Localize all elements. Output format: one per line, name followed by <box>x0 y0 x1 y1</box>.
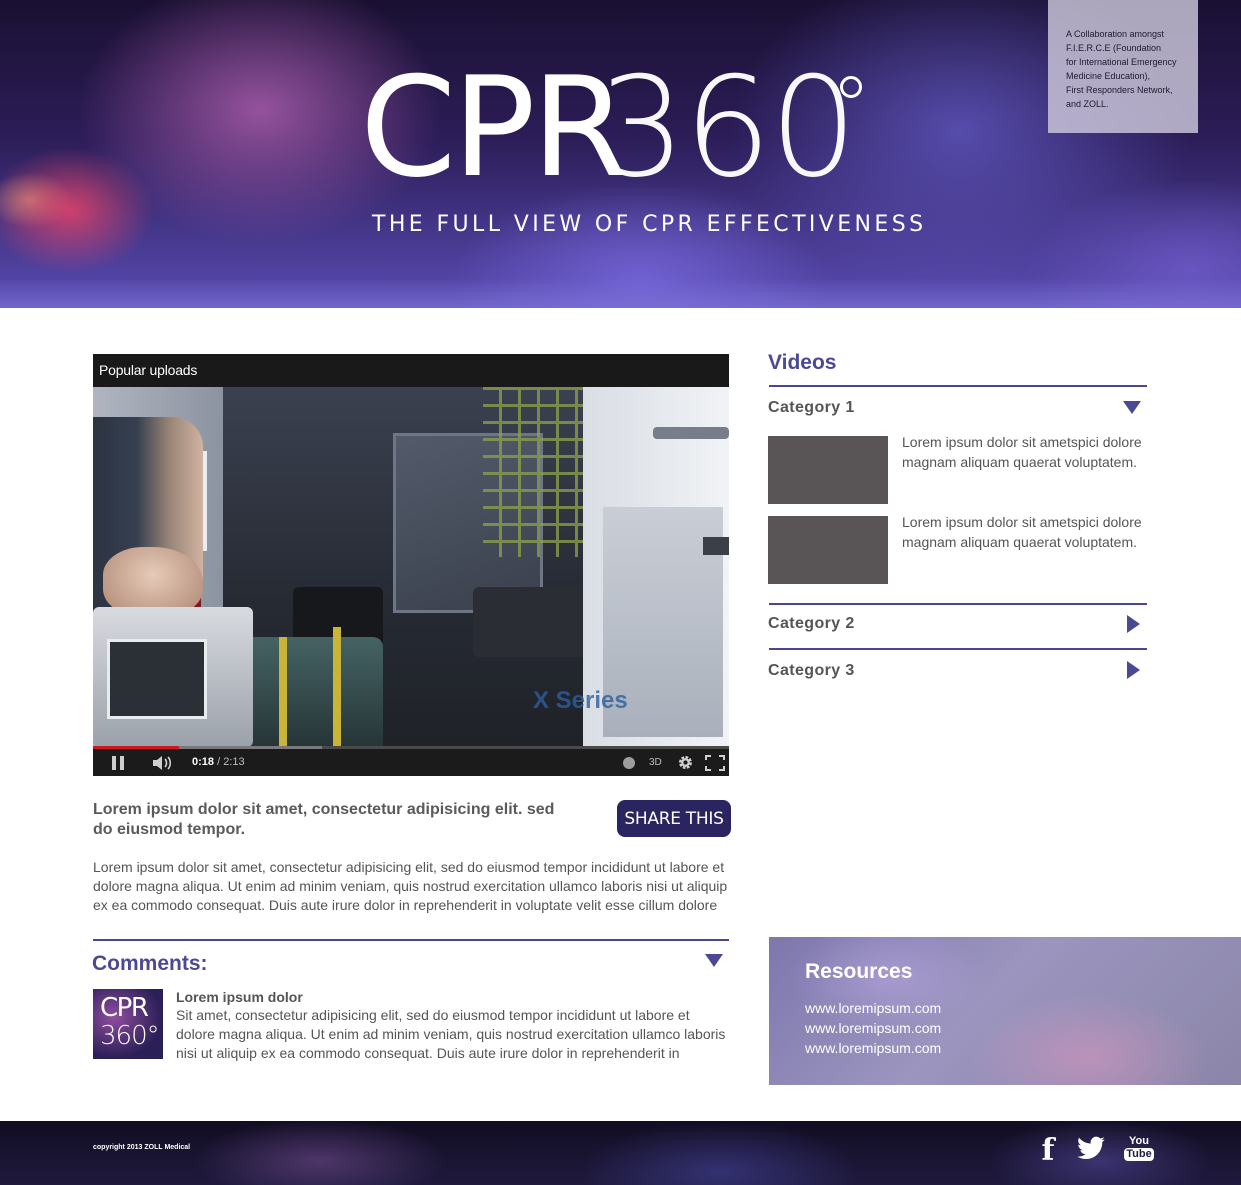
collab-line: First Responders Network, <box>1066 85 1173 95</box>
comments-divider <box>93 939 729 941</box>
gear-icon[interactable] <box>677 754 694 771</box>
annotations-icon[interactable] <box>623 757 635 769</box>
category-2-label[interactable]: Category 2 <box>768 615 855 633</box>
copyright: copyright 2013 ZOLL Medical <box>93 1144 191 1151</box>
tagline: THE FULL VIEW OF CPR EFFECTIVENESS <box>372 212 927 237</box>
avatar-text: CPR <box>100 993 149 1023</box>
3d-button[interactable]: 3D <box>649 757 662 768</box>
avatar-text: 360° <box>100 1021 160 1051</box>
video-description[interactable]: Lorem ipsum dolor sit ametspici dolore m… <box>902 512 1152 552</box>
collaboration-box: A Collaboration amongst F.I.E.R.C.E (Fou… <box>1048 0 1198 133</box>
frame-stretcher-rail <box>279 637 287 747</box>
expand-arrow-icon[interactable] <box>1127 661 1140 679</box>
collab-line: F.I.E.R.C.E (Foundation <box>1066 43 1162 53</box>
twitter-icon[interactable] <box>1076 1136 1106 1166</box>
resource-link[interactable]: www.loremipsum.com <box>805 1020 941 1036</box>
site-logo[interactable]: CPR 360 <box>360 58 880 198</box>
resource-link[interactable]: www.loremipsum.com <box>805 1040 941 1056</box>
comments-toggle-icon[interactable] <box>705 954 723 967</box>
volume-icon[interactable] <box>151 754 175 772</box>
footer: copyright 2013 ZOLL Medical f You Tube <box>0 1121 1241 1185</box>
video-watermark: X Series <box>533 687 628 714</box>
resource-link[interactable]: www.loremipsum.com <box>805 1000 941 1016</box>
hero-shade <box>0 278 1241 308</box>
comment-author: Lorem ipsum dolor <box>176 989 303 1005</box>
youtube-icon[interactable]: You Tube <box>1124 1136 1154 1166</box>
youtube-tube: Tube <box>1124 1148 1154 1161</box>
player-title[interactable]: Popular uploads <box>93 354 729 387</box>
resources-title: Resources <box>805 960 913 983</box>
video-thumbnail[interactable] <box>768 516 888 584</box>
degree-symbol <box>840 76 862 98</box>
collab-line: A Collaboration amongst <box>1066 29 1165 39</box>
logo-cpr-text: CPR <box>360 47 627 208</box>
comments-title: Comments: <box>92 952 208 975</box>
video-frame[interactable]: X Series <box>93 387 729 747</box>
frame-door-latch <box>703 537 729 555</box>
share-button[interactable]: SHARE THIS <box>617 800 731 837</box>
frame-door-handle <box>653 427 729 439</box>
collab-line: Medicine Education), <box>1066 71 1151 81</box>
category-divider <box>769 385 1147 387</box>
facebook-icon[interactable]: f <box>1033 1136 1063 1166</box>
logo-360-text: 360 <box>598 47 857 208</box>
category-1-label[interactable]: Category 1 <box>768 399 855 417</box>
video-player[interactable]: Popular uploads X Series 0:18 / 2:13 3D <box>93 354 729 776</box>
collapse-arrow-icon[interactable] <box>1123 401 1141 414</box>
collab-line: for International Emergency <box>1066 57 1177 67</box>
frame-cargo-net <box>483 387 583 557</box>
hero-banner: CPR 360 THE FULL VIEW OF CPR EFFECTIVENE… <box>0 0 1241 308</box>
collab-line: and ZOLL. <box>1066 99 1109 109</box>
videos-title: Videos <box>768 351 837 374</box>
video-description[interactable]: Lorem ipsum dolor sit ametspici dolore m… <box>902 432 1152 472</box>
article-headline: Lorem ipsum dolor sit amet, consectetur … <box>93 801 555 838</box>
video-thumbnail[interactable] <box>768 436 888 504</box>
current-time: 0:18 <box>192 756 215 768</box>
avatar: CPR 360° <box>93 989 163 1059</box>
resources-panel: Resources www.loremipsum.com www.loremip… <box>769 937 1241 1085</box>
fullscreen-icon[interactable] <box>705 755 725 771</box>
comment-text: Sit amet, consectetur adipisicing elit, … <box>176 1007 726 1061</box>
article-body: Lorem ipsum dolor sit amet, consectetur … <box>93 859 728 913</box>
player-controls: 0:18 / 2:13 3D <box>93 749 729 776</box>
time-separator: / <box>214 756 224 768</box>
frame-stretcher <box>233 637 383 747</box>
category-divider <box>769 648 1147 650</box>
time-display: 0:18 / 2:13 <box>192 756 245 768</box>
frame-monitor-screen <box>107 639 207 719</box>
category-divider <box>769 603 1147 605</box>
category-3-label[interactable]: Category 3 <box>768 662 855 680</box>
frame-stretcher-rail <box>333 627 341 747</box>
youtube-you: You <box>1129 1135 1149 1147</box>
expand-arrow-icon[interactable] <box>1127 615 1140 633</box>
pause-icon[interactable] <box>112 756 125 770</box>
duration: 2:13 <box>223 756 245 768</box>
